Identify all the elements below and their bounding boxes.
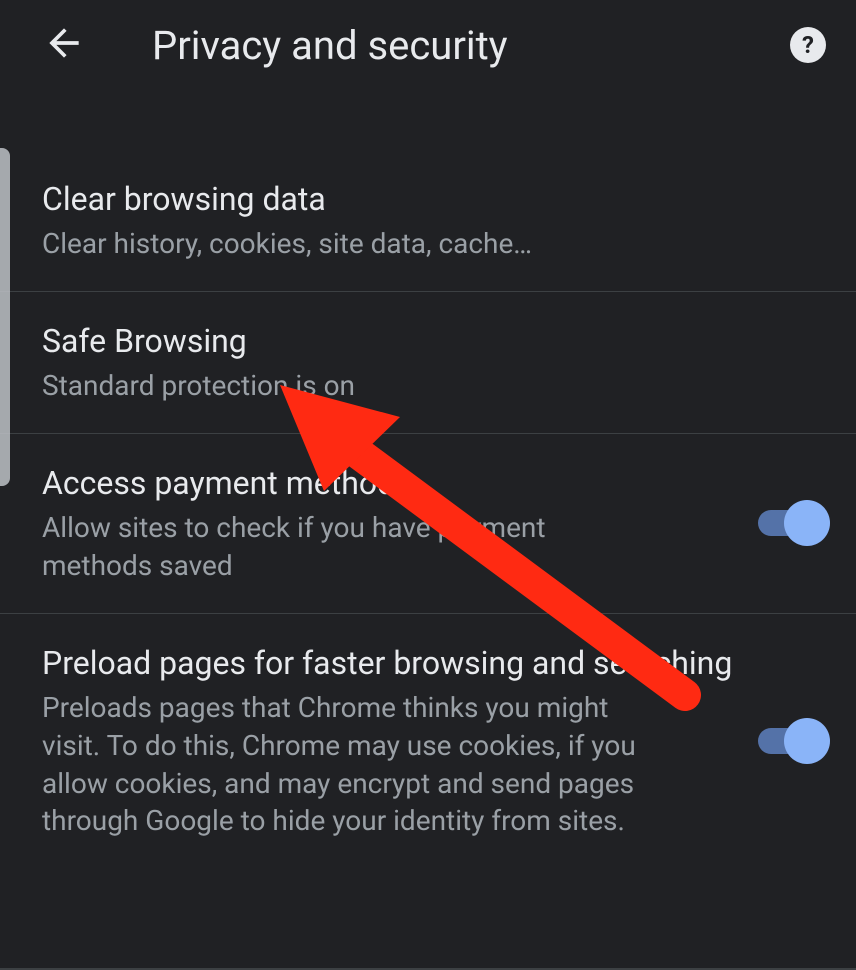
help-icon: ?: [790, 27, 826, 63]
setting-text: Safe Browsing Standard protection is on: [42, 320, 824, 405]
setting-subtitle: Preloads pages that Chrome thinks you mi…: [42, 689, 662, 840]
setting-subtitle: Standard protection is on: [42, 367, 662, 405]
setting-subtitle: Clear history, cookies, site data, cache…: [42, 225, 662, 263]
setting-safe-browsing[interactable]: Safe Browsing Standard protection is on: [0, 292, 856, 434]
scroll-indicator: [0, 148, 10, 486]
settings-list: Clear browsing data Clear history, cooki…: [0, 150, 856, 868]
setting-title: Clear browsing data: [42, 178, 824, 221]
back-button[interactable]: [36, 17, 92, 73]
setting-access-payment-methods[interactable]: Access payment methods Allow sites to ch…: [0, 434, 856, 614]
help-button[interactable]: ?: [780, 17, 836, 73]
arrow-left-icon: [42, 21, 86, 69]
toggle-knob: [784, 500, 830, 546]
setting-title: Safe Browsing: [42, 320, 824, 363]
setting-text: Clear browsing data Clear history, cooki…: [42, 178, 824, 263]
setting-preload-pages[interactable]: Preload pages for faster browsing and se…: [0, 614, 856, 868]
toggle-knob: [784, 718, 830, 764]
page-title: Privacy and security: [152, 22, 720, 69]
setting-title: Access payment methods: [42, 462, 738, 505]
toggle-preload-pages[interactable]: [758, 728, 824, 754]
setting-text: Access payment methods Allow sites to ch…: [42, 462, 738, 585]
toggle-access-payment-methods[interactable]: [758, 510, 824, 536]
header: Privacy and security ?: [0, 0, 856, 90]
setting-subtitle: Allow sites to check if you have payment…: [42, 509, 662, 585]
setting-title: Preload pages for faster browsing and se…: [42, 642, 738, 685]
setting-clear-browsing-data[interactable]: Clear browsing data Clear history, cooki…: [0, 150, 856, 292]
setting-text: Preload pages for faster browsing and se…: [42, 642, 738, 840]
